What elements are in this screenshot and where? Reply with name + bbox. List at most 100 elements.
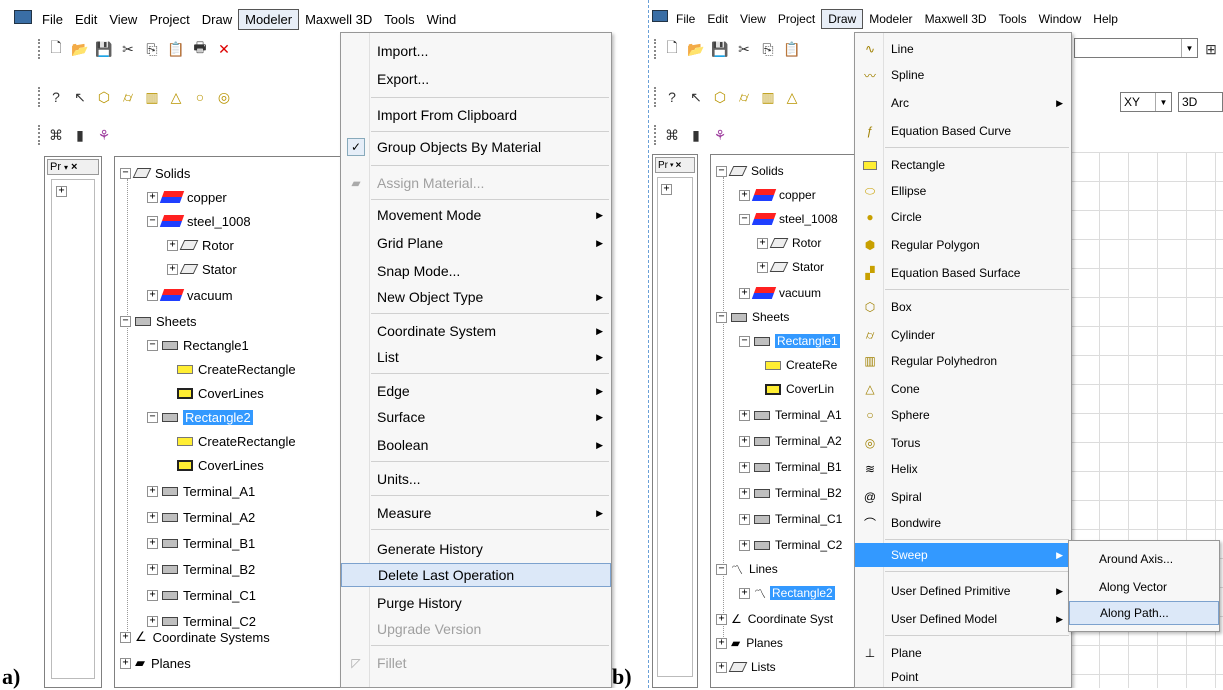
tree-coordinate-systems[interactable]: + ∠ Coordinate Syst bbox=[716, 609, 833, 629]
menu-item-movement-mode[interactable]: Movement Mode ▶ bbox=[341, 203, 611, 227]
tree-steel[interactable]: − steel_1008 bbox=[147, 211, 251, 231]
menu-item-edge[interactable]: Edge ▶ bbox=[341, 379, 611, 403]
expand-toggle[interactable]: + bbox=[147, 537, 158, 549]
expand-toggle[interactable]: + bbox=[167, 239, 178, 251]
ribbon-icon[interactable]: ⚘ bbox=[95, 126, 113, 144]
expand-toggle[interactable]: + bbox=[757, 237, 768, 249]
tree-solids[interactable]: − Solids bbox=[120, 163, 190, 183]
toolbar-grip[interactable] bbox=[654, 125, 657, 145]
expand-toggle[interactable]: + bbox=[739, 435, 750, 447]
toolbar-grip[interactable] bbox=[38, 39, 41, 59]
toolbar-grip[interactable] bbox=[38, 125, 41, 145]
menu-item-import[interactable]: Import... bbox=[341, 39, 611, 63]
menu-modeler[interactable]: Modeler bbox=[238, 8, 300, 30]
menu-item-line[interactable]: ∿ Line bbox=[855, 37, 1071, 61]
menu-item-regular-polyhedron[interactable]: ▥ Regular Polyhedron bbox=[855, 349, 1071, 373]
tree-terminal-a1[interactable]: + Terminal_A1 bbox=[147, 481, 255, 501]
tree-terminal-b1[interactable]: + Terminal_B1 bbox=[739, 457, 842, 477]
menu-item-assign-material[interactable]: ▰ Assign Material... bbox=[341, 171, 611, 195]
copy-icon[interactable]: ⎘ bbox=[143, 40, 161, 58]
menu-item-around-axis[interactable]: Around Axis... bbox=[1069, 547, 1219, 571]
menu-item-sweep[interactable]: Sweep ▶ bbox=[855, 543, 1071, 567]
expand-toggle[interactable]: + bbox=[147, 289, 158, 301]
open-folder-icon[interactable]: 📂 bbox=[687, 40, 705, 58]
tree-copper[interactable]: + copper bbox=[739, 185, 816, 205]
expand-toggle[interactable]: + bbox=[147, 615, 158, 627]
cut-icon[interactable]: ✂ bbox=[735, 40, 753, 58]
menu-item-generate-history[interactable]: Generate History bbox=[341, 537, 611, 561]
collapse-toggle[interactable]: − bbox=[120, 315, 131, 327]
menu-item-units[interactable]: Units... bbox=[341, 467, 611, 491]
menu-item-delete-last-operation[interactable]: Delete Last Operation bbox=[341, 563, 611, 587]
tree-coverlines[interactable]: CoverLines bbox=[177, 455, 264, 475]
close-icon[interactable]: × bbox=[71, 161, 77, 173]
expand-toggle[interactable]: + bbox=[661, 184, 672, 195]
collapse-toggle[interactable]: − bbox=[120, 167, 131, 179]
menu-item-ellipse[interactable]: ⬭ Ellipse bbox=[855, 179, 1071, 203]
collapse-toggle[interactable]: − bbox=[716, 563, 727, 575]
menu-item-circle[interactable]: ● Circle bbox=[855, 205, 1071, 229]
tree-terminal-b1[interactable]: + Terminal_B1 bbox=[147, 533, 255, 553]
collapse-toggle[interactable]: − bbox=[716, 165, 727, 177]
menu-maxwell3d[interactable]: Maxwell 3D bbox=[919, 10, 993, 28]
sphere-icon[interactable]: ○ bbox=[191, 88, 209, 106]
tree-lists[interactable]: + Lists bbox=[716, 657, 776, 677]
tree-rectangle2[interactable]: + 〽 Rectangle2 bbox=[739, 583, 835, 603]
collapse-toggle[interactable]: − bbox=[739, 213, 750, 225]
tree-createrectangle[interactable]: CreateRectangle bbox=[177, 431, 296, 451]
tree-solids[interactable]: − Solids bbox=[716, 161, 784, 181]
plane-select[interactable]: XY ▼ bbox=[1120, 92, 1172, 112]
menu-item-regular-polygon[interactable]: ⬢ Regular Polygon bbox=[855, 233, 1071, 257]
menu-view[interactable]: View bbox=[103, 10, 143, 29]
tree-rectangle2[interactable]: − Rectangle2 bbox=[147, 407, 253, 427]
collapse-toggle[interactable]: − bbox=[147, 339, 158, 351]
tree-planes[interactable]: + ▰ Planes bbox=[120, 653, 191, 673]
tree-rotor[interactable]: + Rotor bbox=[167, 235, 234, 255]
open-folder-icon[interactable]: 📂 bbox=[71, 40, 89, 58]
menu-project[interactable]: Project bbox=[143, 10, 195, 29]
cone-icon[interactable]: △ bbox=[783, 88, 801, 106]
menu-item-export[interactable]: Export... bbox=[341, 67, 611, 91]
toolbar-grip[interactable] bbox=[654, 39, 657, 59]
paste-icon[interactable]: 📋 bbox=[167, 40, 185, 58]
box-icon[interactable]: ⬡ bbox=[95, 88, 113, 106]
tree-rectangle1[interactable]: − Rectangle1 bbox=[739, 331, 840, 351]
menu-item-fillet[interactable]: ◸ Fillet bbox=[341, 651, 611, 675]
expand-toggle[interactable]: + bbox=[716, 661, 727, 673]
delete-icon[interactable]: ✕ bbox=[215, 40, 233, 58]
chart-icon[interactable]: ▮ bbox=[687, 126, 705, 144]
toolbar-combo[interactable]: ▼ bbox=[1074, 38, 1198, 58]
ribbon-icon[interactable]: ⚘ bbox=[711, 126, 729, 144]
menu-item-torus[interactable]: ◎ Torus bbox=[855, 431, 1071, 455]
tree-vacuum[interactable]: + vacuum bbox=[147, 285, 233, 305]
menu-item-arc[interactable]: Arc ▶ bbox=[855, 91, 1071, 115]
menu-item-new-object-type[interactable]: New Object Type ▶ bbox=[341, 285, 611, 309]
cone-icon[interactable]: △ bbox=[167, 88, 185, 106]
tree-sheets[interactable]: − Sheets bbox=[716, 307, 789, 327]
menu-draw[interactable]: Draw bbox=[196, 10, 238, 29]
menu-item-helix[interactable]: ≋ Helix bbox=[855, 457, 1071, 481]
copy-icon[interactable]: ⎘ bbox=[759, 40, 777, 58]
menu-item-group-by-material[interactable]: ✓ Group Objects By Material bbox=[341, 135, 611, 159]
menu-item-upgrade-version[interactable]: Upgrade Version bbox=[341, 617, 611, 641]
menu-item-cone[interactable]: △ Cone bbox=[855, 377, 1071, 401]
print-icon[interactable]: 🖶 bbox=[191, 39, 209, 58]
menu-project[interactable]: Project bbox=[772, 10, 821, 28]
tree-coordinate-systems[interactable]: + ∠ Coordinate Systems bbox=[120, 627, 270, 647]
menu-item-along-path[interactable]: Along Path... bbox=[1069, 601, 1219, 625]
menu-item-grid-plane[interactable]: Grid Plane ▶ bbox=[341, 231, 611, 255]
expand-toggle[interactable]: + bbox=[147, 511, 158, 523]
expand-toggle[interactable]: + bbox=[739, 189, 750, 201]
collapse-toggle[interactable]: − bbox=[147, 411, 158, 423]
expand-toggle[interactable]: + bbox=[120, 631, 131, 643]
menu-view[interactable]: View bbox=[734, 10, 772, 28]
save-icon[interactable]: 💾 bbox=[711, 40, 729, 58]
menu-item-user-defined-primitive[interactable]: User Defined Primitive ▶ bbox=[855, 579, 1071, 603]
tree-createrectangle[interactable]: CreateRectangle bbox=[177, 359, 296, 379]
menu-item-plane[interactable]: ⊥ Plane bbox=[855, 641, 1071, 665]
new-file-icon[interactable]: 🗋 bbox=[663, 39, 681, 58]
view-select[interactable]: 3D bbox=[1178, 92, 1223, 112]
project-tab[interactable]: Pr ▾ × bbox=[47, 159, 99, 175]
expand-toggle[interactable]: + bbox=[739, 487, 750, 499]
chevron-down-icon[interactable]: ▼ bbox=[1181, 39, 1197, 57]
